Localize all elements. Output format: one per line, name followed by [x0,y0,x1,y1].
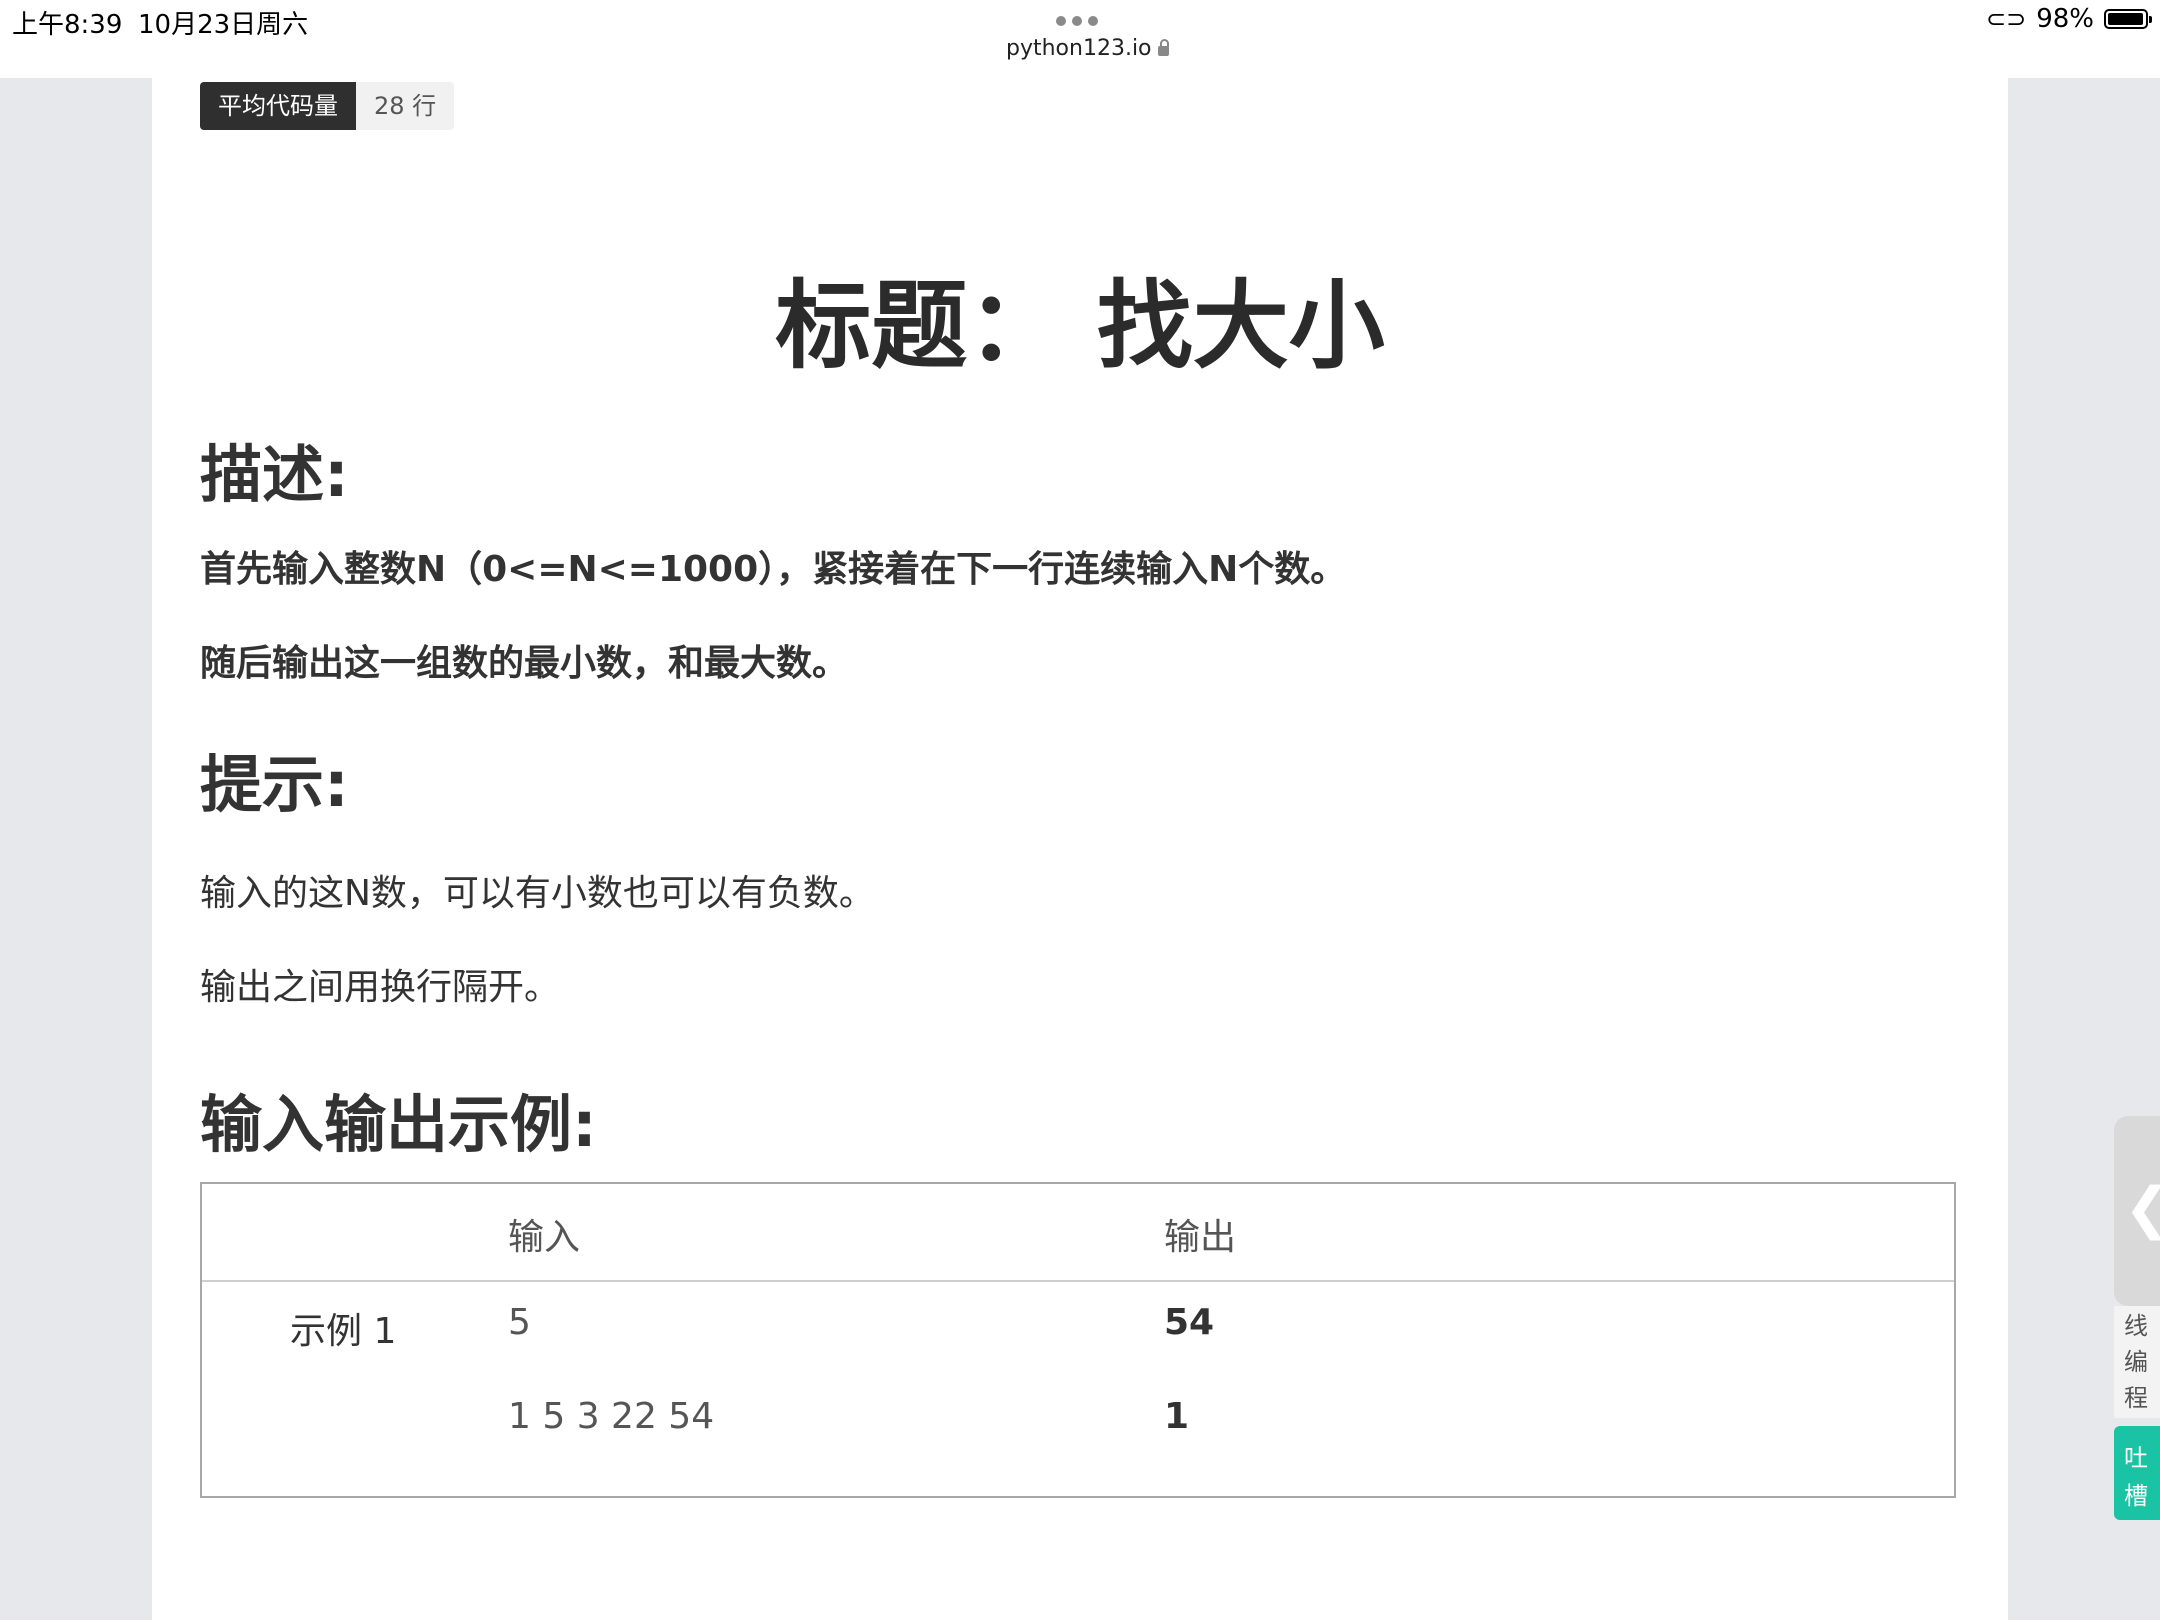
chevron-left-icon: ❮ [2124,1176,2160,1241]
status-bar: 上午8:39 10月23日周六 python123.io ⊂⊃ 98% [0,0,2160,78]
examples-table: 输入 输出 示例 1 5 1 5 3 22 54 54 1 [200,1182,1956,1498]
description-line-2: 随后输出这一组数的最小数，和最大数。 [200,643,849,684]
description-line-1: 首先输入整数N（0<=N<=1000），紧接着在下一行连续输入N个数。 [200,549,1347,590]
side-text-char: 程 [2124,1384,2148,1412]
badge-label: 平均代码量 [200,82,356,130]
side-text-char: 编 [2124,1348,2148,1376]
online-coding-tab[interactable]: 线 编 程 [2114,1306,2160,1418]
hint-heading: 提示: [200,748,349,821]
page-title: 标题： 找大小 [775,270,1385,382]
examples-heading: 输入输出示例: [200,1088,597,1161]
status-date: 10月23日周六 [138,10,309,40]
example-input-line-1: 5 [508,1302,531,1343]
example-label: 示例 1 [290,1311,397,1352]
lock-icon [1157,39,1169,56]
example-input-line-2: 1 5 3 22 54 [508,1396,715,1437]
hint-line-2: 输出之间用换行隔开。 [200,967,561,1008]
battery-percent: 98% [2036,4,2094,34]
feedback-button[interactable]: 吐 槽 [2114,1426,2160,1520]
collapse-panel-tab[interactable]: ❮ [2114,1116,2160,1306]
col-input-header: 输入 [508,1217,581,1258]
example-output-line-1: 54 [1164,1302,1215,1343]
link-icon: ⊂⊃ [1985,5,2027,33]
feedback-char: 槽 [2124,1482,2148,1510]
col-output-header: 输出 [1164,1217,1237,1258]
battery-icon [2104,9,2152,29]
example-output-line-2: 1 [1164,1396,1190,1437]
badge-value: 28 行 [356,82,455,130]
description-heading: 描述: [200,438,349,511]
address-bar[interactable]: python123.io [1006,36,1169,61]
more-dots-icon[interactable] [1056,16,1098,26]
feedback-char: 吐 [2124,1444,2148,1472]
status-time: 上午8:39 [12,10,123,40]
side-text-char: 线 [2124,1312,2148,1340]
table-header: 输入 输出 [202,1184,1954,1282]
hint-line-1: 输入的这N数，可以有小数也可以有负数。 [200,873,875,914]
url-text: python123.io [1006,36,1152,61]
avg-code-badge: 平均代码量 28 行 [200,82,455,130]
problem-page: 平均代码量 28 行 标题： 找大小 描述: 首先输入整数N（0<=N<=100… [152,78,2008,1620]
